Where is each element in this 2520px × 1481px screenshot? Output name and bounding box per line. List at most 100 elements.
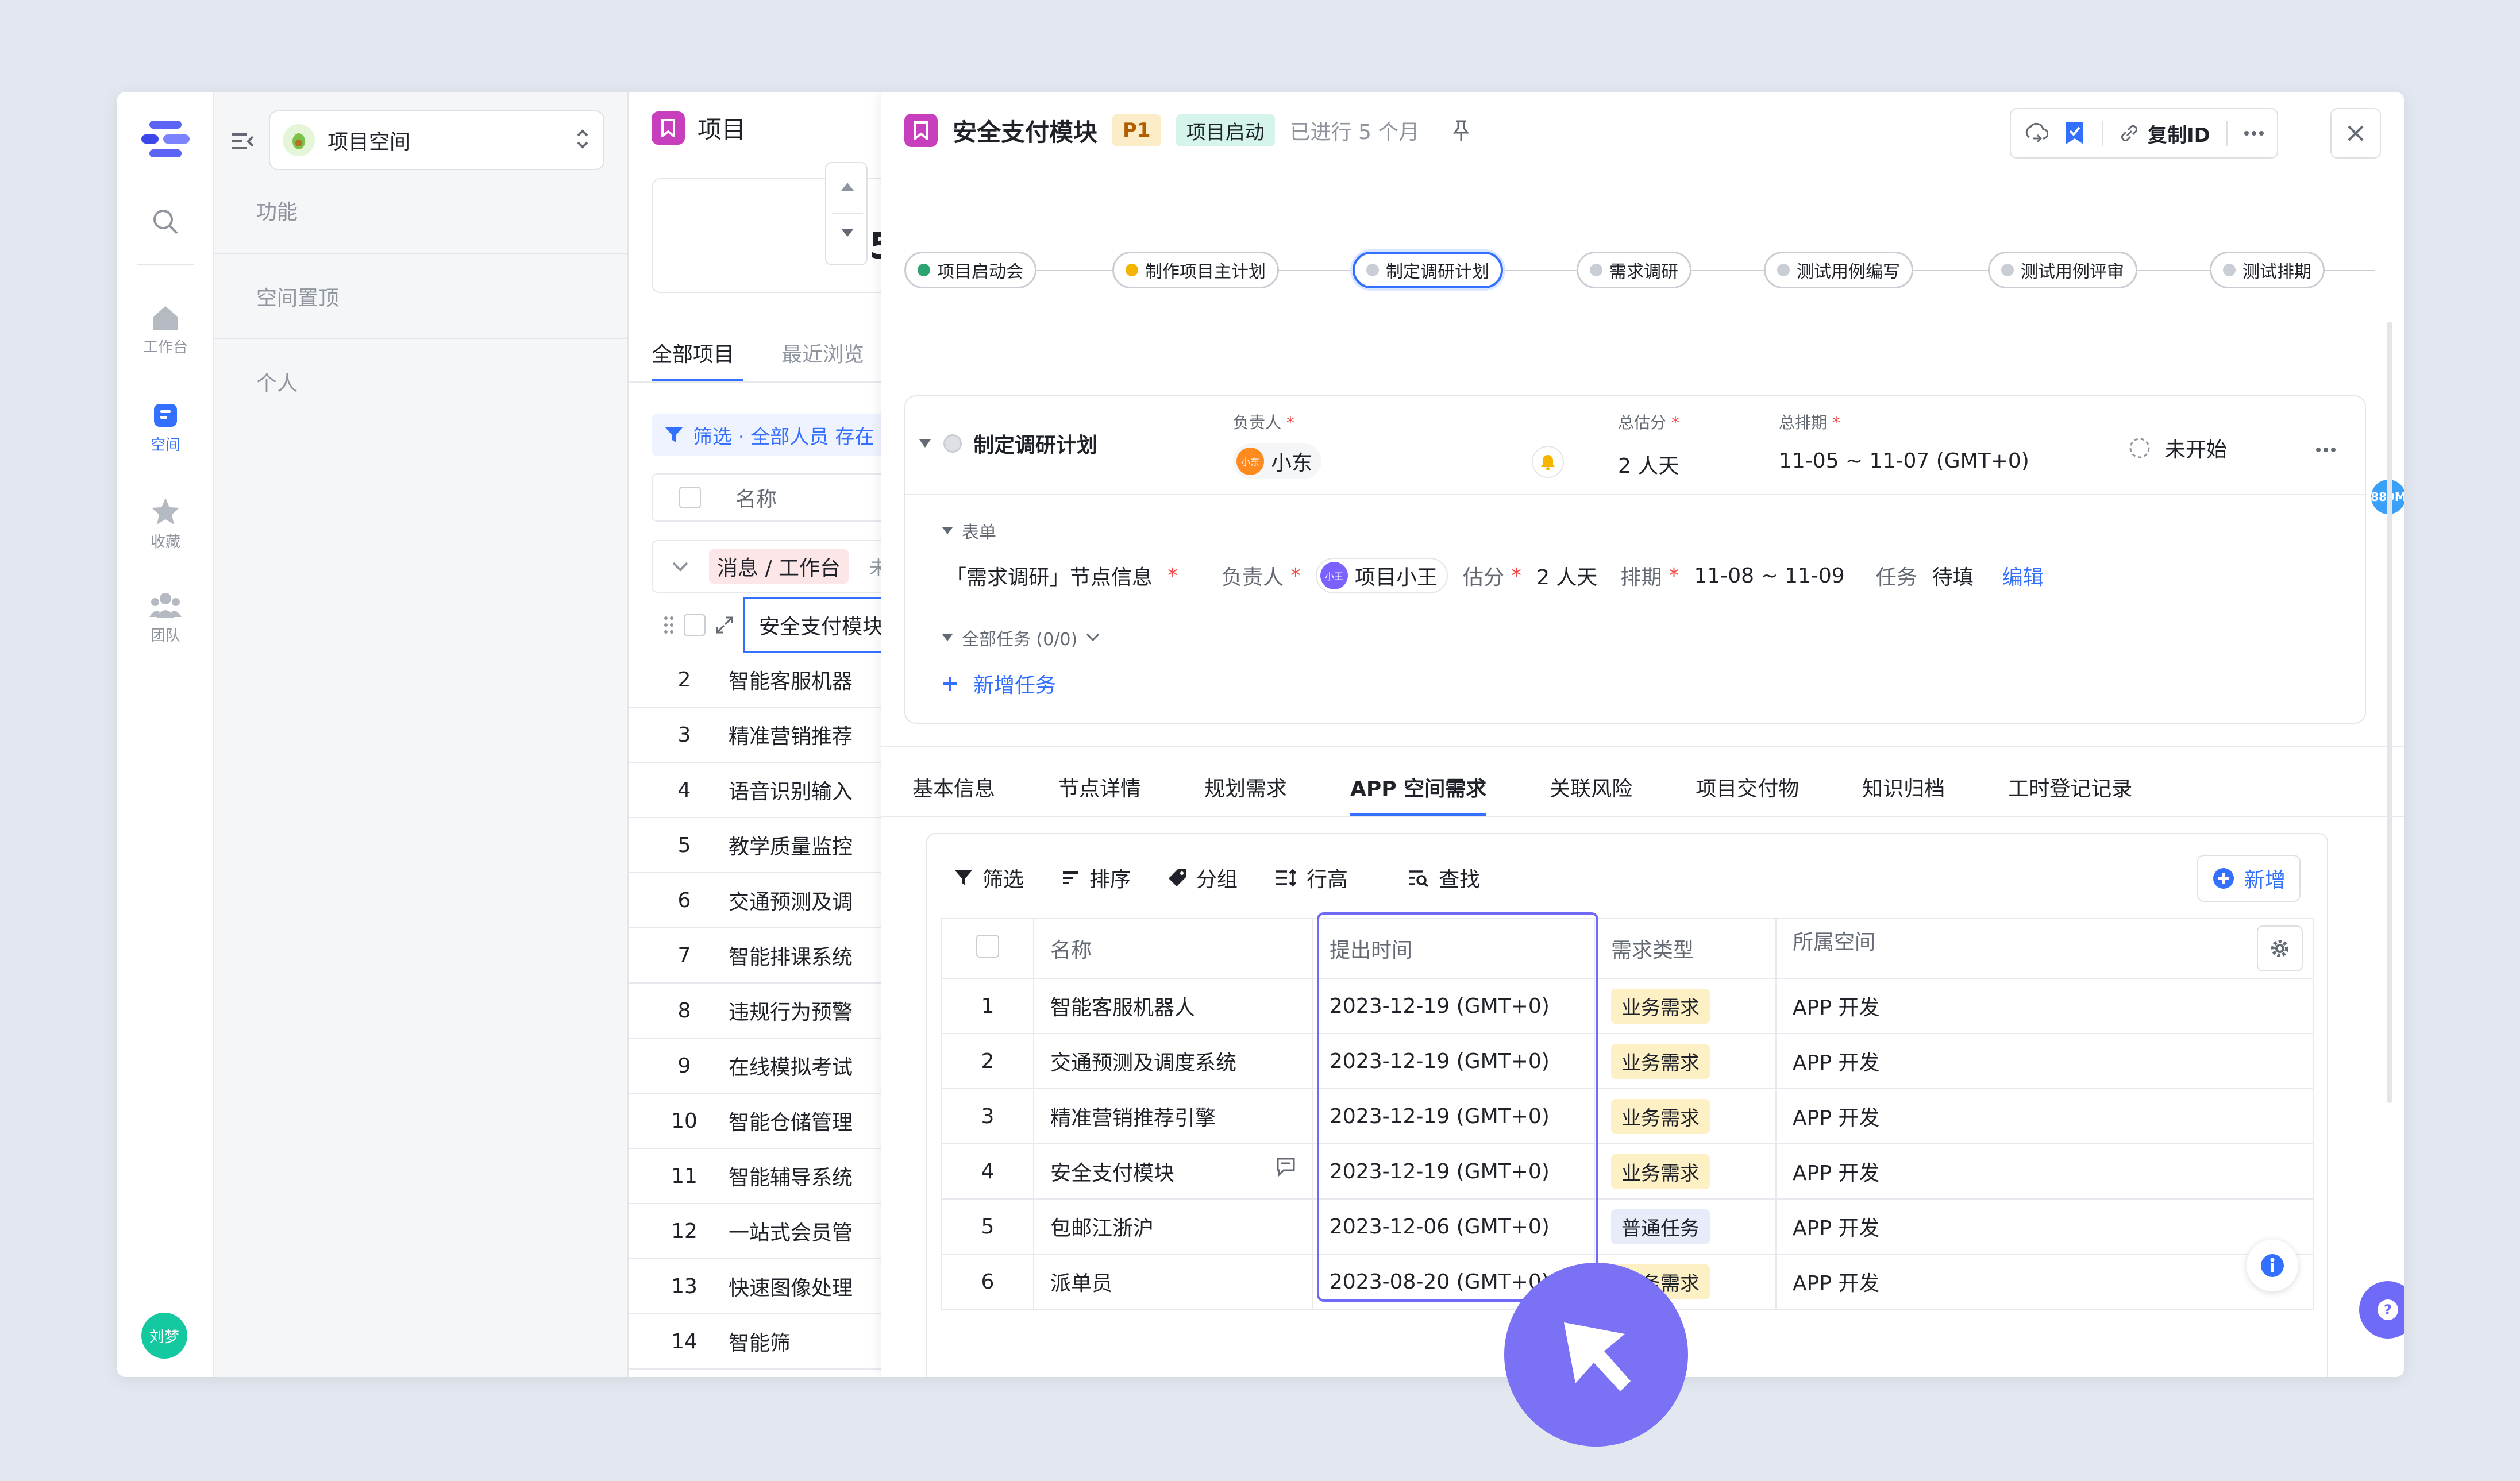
all-tasks-toggle[interactable]: 全部任务 (0/0) xyxy=(941,625,1100,650)
filter-bar[interactable]: 筛选 · 全部人员 存在 xyxy=(652,414,893,456)
type-cell[interactable]: 普通任务 xyxy=(1594,1199,1777,1255)
space-cell[interactable]: APP 开发 xyxy=(1776,1199,2314,1255)
space-cell[interactable]: APP 开发 xyxy=(1776,1144,2314,1200)
tab-all-projects[interactable]: 全部项目 xyxy=(652,338,734,368)
tab-recent[interactable]: 最近浏览 xyxy=(781,338,864,368)
rail-item-workbench[interactable]: 工作台 xyxy=(117,304,214,357)
name-cell[interactable]: 精准营销推荐引擎 xyxy=(1034,1089,1313,1144)
type-cell[interactable]: 业务需求 xyxy=(1594,1089,1777,1144)
space-cell[interactable]: APP 开发 xyxy=(1776,1254,2314,1310)
schedule-value[interactable]: 11-05 ~ 11-07 (GMT+0) xyxy=(1779,449,2029,473)
form-owner-chip[interactable]: 小王 项目小王 xyxy=(1316,558,1448,593)
add-button[interactable]: 新增 xyxy=(2197,855,2301,902)
expand-icon[interactable] xyxy=(715,615,734,635)
sort-button[interactable]: 排序 xyxy=(1061,863,1131,893)
workflow-node[interactable]: 制定调研计划 xyxy=(1353,252,1503,288)
row-checkbox[interactable] xyxy=(684,614,706,636)
bookmark-check-icon[interactable] xyxy=(2064,121,2086,145)
project-row[interactable]: 3 精准营销推荐 xyxy=(629,708,881,763)
rail-item-team[interactable]: 团队 xyxy=(117,592,214,645)
search-icon[interactable] xyxy=(117,207,214,241)
name-cell[interactable]: 交通预测及调度系统 xyxy=(1034,1033,1313,1089)
tab-4[interactable]: 关联风险 xyxy=(1550,758,1632,816)
sidebar-item-features[interactable]: 功能 xyxy=(256,195,298,225)
project-row[interactable]: 14 智能筛 xyxy=(629,1314,881,1370)
tab-2[interactable]: 规划需求 xyxy=(1204,758,1287,816)
submitted-cell[interactable]: 2023-12-19 (GMT+0) xyxy=(1313,1033,1595,1089)
name-cell[interactable]: 派单员 xyxy=(1034,1254,1313,1310)
form-schedule-value[interactable]: 11-08 ~ 11-09 xyxy=(1694,564,1844,588)
space-cell[interactable]: APP 开发 xyxy=(1776,1089,2314,1144)
project-row[interactable]: 8 违规行为预警 xyxy=(629,984,881,1039)
project-row[interactable]: 4 语音识别输入 xyxy=(629,763,881,818)
copy-id-button[interactable]: 复制ID xyxy=(2119,119,2210,148)
workflow-node[interactable]: 测试用例评审 xyxy=(1988,252,2137,288)
stage-badge[interactable]: 项目启动 xyxy=(1176,114,1275,146)
project-row[interactable]: 12 一站式会员管 xyxy=(629,1204,881,1259)
selected-project-cell[interactable]: 安全支付模块 xyxy=(743,597,893,653)
estimate-value[interactable]: 2 人天 xyxy=(1618,449,1679,479)
workflow-node[interactable]: 制作项目主计划 xyxy=(1112,252,1279,288)
table-row[interactable]: 3 精准营销推荐引擎 2023-12-19 (GMT+0) 业务需求 APP 开发 xyxy=(942,1089,2314,1144)
more-icon[interactable] xyxy=(2244,130,2264,136)
workflow-node[interactable]: 需求调研 xyxy=(1577,252,1691,288)
more-icon[interactable] xyxy=(2315,447,2336,453)
type-cell[interactable]: 业务需求 xyxy=(1594,1144,1777,1200)
bell-icon[interactable] xyxy=(1532,446,1564,478)
arrow-down-icon[interactable] xyxy=(840,227,855,239)
tab-0[interactable]: 基本信息 xyxy=(912,758,995,816)
scrollbar[interactable] xyxy=(2387,322,2392,1103)
scroll-stepper[interactable] xyxy=(825,162,868,265)
column-header-space[interactable]: 所属空间 xyxy=(1776,919,2314,979)
group-header[interactable]: 消息 / 工作台 未 xyxy=(652,540,893,593)
submitted-cell[interactable]: 2023-12-19 (GMT+0) xyxy=(1313,978,1595,1034)
node-name-row[interactable]: 制定调研计划 xyxy=(918,429,1097,458)
form-estimate-value[interactable]: 2 人天 xyxy=(1536,561,1597,591)
tab-6[interactable]: 知识归档 xyxy=(1862,758,1945,816)
type-cell[interactable]: 业务需求 xyxy=(1594,978,1777,1034)
form-section-toggle[interactable]: 表单 xyxy=(941,518,996,543)
drag-handle-icon[interactable] xyxy=(663,615,675,635)
project-row[interactable]: 9 在线模拟考试 xyxy=(629,1039,881,1094)
name-cell[interactable]: 安全支付模块 xyxy=(1034,1144,1313,1200)
type-cell[interactable]: 业务需求 xyxy=(1594,1033,1777,1089)
column-header-type[interactable]: 需求类型 xyxy=(1594,919,1777,979)
sidebar-item-pinned[interactable]: 空间置顶 xyxy=(256,281,339,311)
comment-icon[interactable] xyxy=(1276,1156,1296,1177)
group-button[interactable]: 分组 xyxy=(1167,863,1238,893)
select-all-checkbox[interactable] xyxy=(976,934,999,958)
tab-1[interactable]: 节点详情 xyxy=(1058,758,1141,816)
owner-chip[interactable]: 小东 小东 xyxy=(1233,443,1322,479)
space-selector[interactable]: 项目空间 xyxy=(269,110,604,170)
user-avatar[interactable]: 刘梦 xyxy=(141,1313,187,1359)
settings-icon[interactable] xyxy=(2257,925,2303,971)
filter-button[interactable]: 筛选 xyxy=(954,863,1024,893)
tab-3[interactable]: APP 空间需求 xyxy=(1350,758,1487,816)
table-row[interactable]: 1 智能客服机器人 2023-12-19 (GMT+0) 业务需求 APP 开发 xyxy=(942,978,2314,1034)
row-height-button[interactable]: 行高 xyxy=(1274,863,1348,893)
project-row[interactable]: 7 智能排课系统 xyxy=(629,928,881,984)
sidebar-item-personal[interactable]: 个人 xyxy=(256,367,298,396)
project-row[interactable]: 6 交通预测及调 xyxy=(629,873,881,928)
project-row[interactable]: 13 快速图像处理 xyxy=(629,1259,881,1314)
select-all-cell[interactable] xyxy=(942,919,1034,979)
column-header-submitted[interactable]: 提出时间 xyxy=(1313,919,1595,979)
name-cell[interactable]: 包邮江浙沪 xyxy=(1034,1199,1313,1255)
info-icon[interactable] xyxy=(2247,1240,2298,1291)
help-icon[interactable]: ? xyxy=(2359,1281,2404,1339)
tab-7[interactable]: 工时登记记录 xyxy=(2008,758,2132,816)
share-cloud-icon[interactable] xyxy=(2024,121,2048,145)
column-header-name[interactable]: 名称 xyxy=(1034,919,1313,979)
project-row[interactable]: 2 智能客服机器 xyxy=(629,653,881,708)
arrow-up-icon[interactable] xyxy=(840,180,855,192)
select-all-checkbox[interactable] xyxy=(679,487,701,508)
table-row[interactable]: 4 安全支付模块 2023-12-19 (GMT+0) 业务需求 APP 开发 xyxy=(942,1144,2314,1200)
priority-badge[interactable]: P1 xyxy=(1112,114,1161,146)
name-cell[interactable]: 智能客服机器人 xyxy=(1034,978,1313,1034)
rail-item-space[interactable]: 空间 xyxy=(117,402,214,454)
tab-5[interactable]: 项目交付物 xyxy=(1696,758,1799,816)
workflow-node[interactable]: 项目启动会 xyxy=(904,252,1036,288)
project-row[interactable]: 10 智能仓储管理 xyxy=(629,1094,881,1149)
workflow-node[interactable]: 测试排期 xyxy=(2210,252,2325,288)
project-row[interactable]: 5 教学质量监控 xyxy=(629,818,881,873)
